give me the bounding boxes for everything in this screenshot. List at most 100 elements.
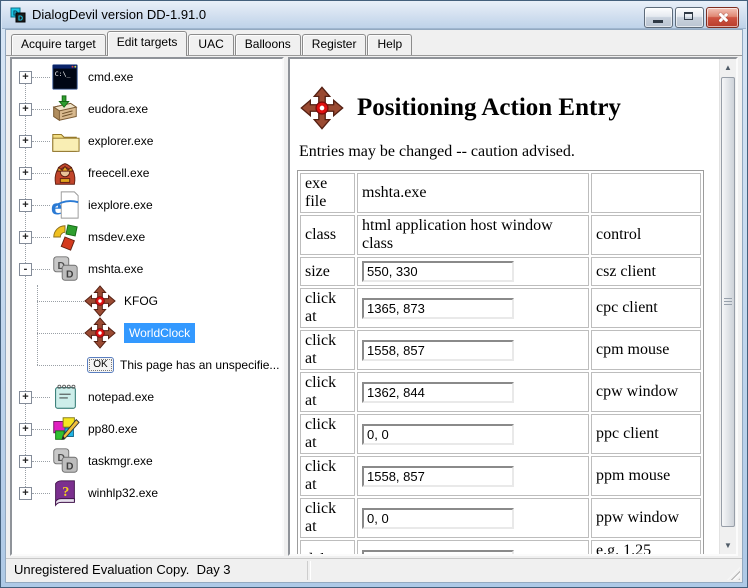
expand-toggle-icon[interactable]: + <box>19 423 32 436</box>
tree-item[interactable]: + notepad.exe <box>14 381 282 413</box>
table-row: click atppw window <box>300 498 701 538</box>
tree-item-label: winhlp32.exe <box>88 486 158 500</box>
field-value-cell <box>357 257 589 286</box>
tab-acquire-target[interactable]: Acquire target <box>11 34 106 55</box>
tab-edit-targets[interactable]: Edit targets <box>107 31 188 56</box>
scroll-up-button[interactable]: ▲ <box>720 59 736 76</box>
field-input[interactable] <box>362 261 514 282</box>
tree-item[interactable]: OKThis page has an unspecifie... <box>14 349 282 381</box>
tree-item-label: taskmgr.exe <box>88 454 153 468</box>
paint-icon <box>50 414 80 444</box>
table-row: click atcpc client <box>300 288 701 328</box>
field-value-cell: html application host window class <box>357 215 589 255</box>
field-value-cell <box>357 288 589 328</box>
target-tree-panel: +C:\_cmd.exe+eudora.exe+explorer.exe+fre… <box>10 57 284 556</box>
expand-toggle-icon[interactable]: + <box>19 103 32 116</box>
expand-toggle-icon[interactable]: + <box>19 391 32 404</box>
minimize-button[interactable] <box>644 7 673 28</box>
svg-text:D: D <box>18 15 23 22</box>
move-cross-icon <box>84 317 116 349</box>
vertical-scrollbar[interactable]: ▲ ▼ <box>719 59 736 554</box>
title-bar[interactable]: DD DialogDevil version DD-1.91.0 <box>2 1 746 29</box>
scroll-down-button[interactable]: ▼ <box>720 537 736 554</box>
tree-connector <box>32 77 50 78</box>
field-input[interactable] <box>362 424 514 445</box>
expand-toggle-icon[interactable]: + <box>19 135 32 148</box>
tree-connector <box>32 461 50 462</box>
notepad-icon <box>50 382 80 412</box>
field-input[interactable] <box>362 466 514 487</box>
field-value-cell <box>357 540 589 554</box>
tree-item[interactable]: KFOG <box>14 285 282 317</box>
tree-item[interactable]: WorldClock <box>14 317 282 349</box>
expand-toggle-icon[interactable]: + <box>19 199 32 212</box>
tree-item[interactable]: +? winhlp32.exe <box>14 477 282 509</box>
msdev-icon <box>50 222 80 252</box>
scroll-down-icon: ▼ <box>724 542 732 550</box>
collapse-toggle-icon[interactable]: - <box>19 263 32 276</box>
tree-item[interactable]: +freecell.exe <box>14 157 282 189</box>
field-note-cell: ppw window <box>591 498 701 538</box>
tree-item[interactable]: +DDtaskmgr.exe <box>14 445 282 477</box>
field-label-cell: click at <box>300 456 355 496</box>
resize-grip-icon[interactable] <box>727 567 740 580</box>
field-value-cell <box>357 498 589 538</box>
tree-item-label: KFOG <box>124 294 158 308</box>
field-value-cell <box>357 372 589 412</box>
tree-item[interactable]: +C:\_cmd.exe <box>14 61 282 93</box>
tree-connector <box>32 109 50 110</box>
field-note-cell: cpc client <box>591 288 701 328</box>
field-note-cell: e.g. 1.25 seconds <box>591 540 701 554</box>
tree-connector <box>32 237 50 238</box>
expand-toggle-icon[interactable]: + <box>19 167 32 180</box>
field-note-cell: cpw window <box>591 372 701 412</box>
tree-connector <box>32 429 50 430</box>
field-value-cell: mshta.exe <box>357 173 589 213</box>
tree-connector <box>32 397 50 398</box>
field-input[interactable] <box>362 508 514 529</box>
close-button[interactable] <box>706 7 739 28</box>
tree-connector <box>32 269 50 270</box>
tree-item[interactable]: +explorer.exe <box>14 125 282 157</box>
caution-text: Entries may be changed -- caution advise… <box>299 143 719 161</box>
scrollbar-grip-icon <box>724 298 732 306</box>
helpbook-icon: ? <box>50 478 80 508</box>
tab-register[interactable]: Register <box>302 34 367 55</box>
expand-toggle-icon[interactable]: + <box>19 455 32 468</box>
field-label-cell: click at <box>300 372 355 412</box>
field-input[interactable] <box>362 382 514 403</box>
tree-connector <box>32 493 50 494</box>
status-divider <box>307 561 311 580</box>
field-note-cell: cpm mouse <box>591 330 701 370</box>
folder-icon <box>50 126 80 156</box>
field-input[interactable] <box>362 298 514 319</box>
field-input[interactable] <box>362 340 514 361</box>
expand-toggle-icon[interactable]: + <box>19 71 32 84</box>
tree-item-label: iexplore.exe <box>88 198 153 212</box>
table-row: click atppm mouse <box>300 456 701 496</box>
tree-item[interactable]: +msdev.exe <box>14 221 282 253</box>
tree-item-label: notepad.exe <box>88 390 154 404</box>
tree-connector <box>37 301 84 302</box>
field-value-cell <box>357 414 589 454</box>
scroll-up-icon: ▲ <box>724 64 732 72</box>
tree-item[interactable]: -DDmshta.exe <box>14 253 282 285</box>
tree-item[interactable]: +eudora.exe <box>14 93 282 125</box>
expand-toggle-icon[interactable]: + <box>19 231 32 244</box>
scrollbar-thumb[interactable] <box>721 77 735 527</box>
expand-toggle-icon[interactable]: + <box>19 487 32 500</box>
maximize-button[interactable] <box>675 7 704 28</box>
field-input[interactable] <box>362 550 514 555</box>
action-entry-panel: Positioning Action Entry Entries may be … <box>288 57 738 556</box>
tab-balloons[interactable]: Balloons <box>235 34 301 55</box>
field-value-cell <box>357 456 589 496</box>
tab-uac[interactable]: UAC <box>188 34 233 55</box>
tab-help[interactable]: Help <box>367 34 412 55</box>
field-label-cell: exe file <box>300 173 355 213</box>
field-value-text: mshta.exe <box>362 184 426 201</box>
tree-item[interactable]: +eiexplore.exe <box>14 189 282 221</box>
tree-connector <box>37 333 84 334</box>
tree-item[interactable]: +pp80.exe <box>14 413 282 445</box>
table-row: classhtml application host window classc… <box>300 215 701 255</box>
hta-content: Positioning Action Entry Entries may be … <box>290 59 719 554</box>
